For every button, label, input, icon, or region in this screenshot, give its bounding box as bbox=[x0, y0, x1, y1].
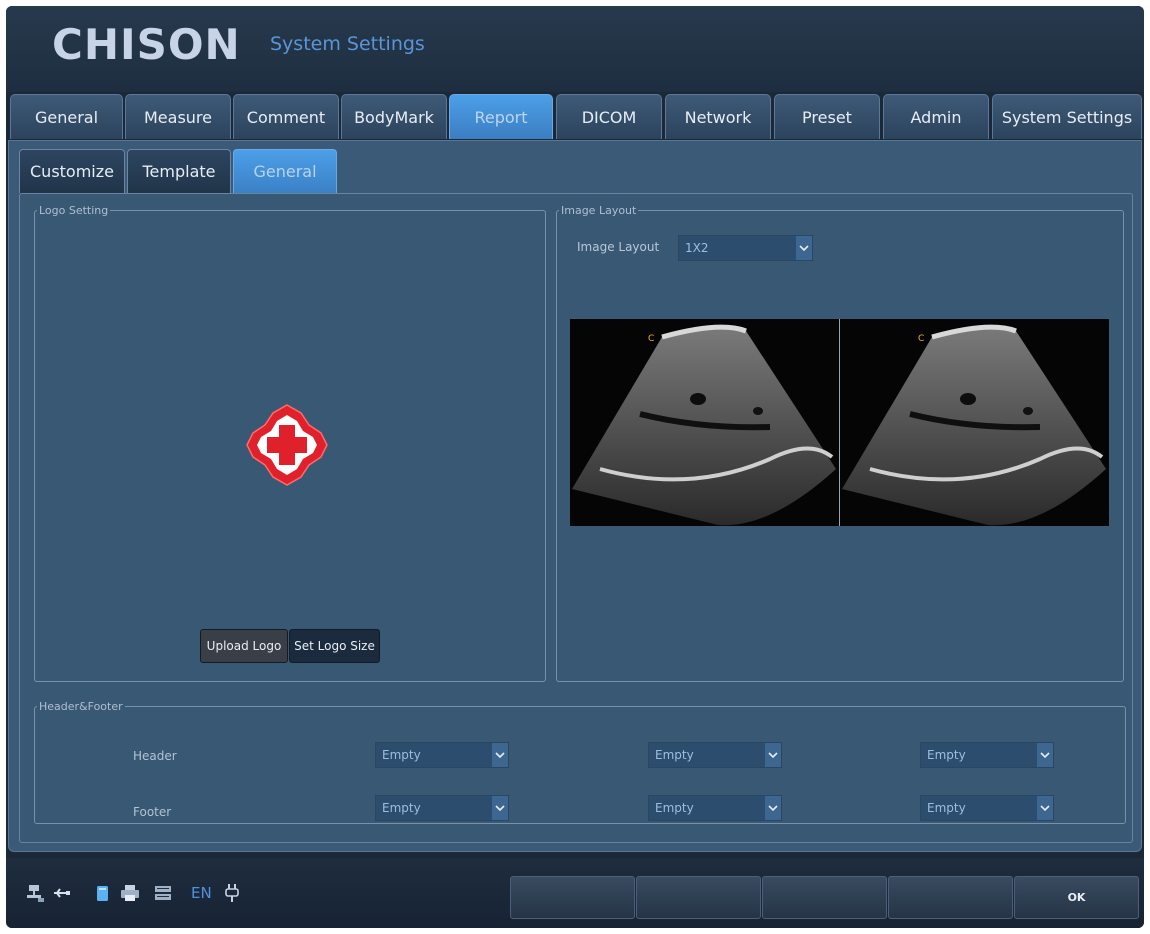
logo-preview bbox=[237, 395, 337, 495]
tab-admin[interactable]: Admin bbox=[883, 94, 989, 139]
ok-button[interactable]: OK bbox=[1014, 876, 1139, 919]
logo-setting-legend: Logo Setting bbox=[39, 204, 109, 217]
image-layout-legend: Image Layout bbox=[561, 204, 637, 217]
header-label: Header bbox=[133, 749, 177, 763]
header-select-2-value: Empty bbox=[655, 748, 694, 762]
tab-network[interactable]: Network bbox=[665, 94, 771, 139]
image-layout-preview: C C bbox=[570, 319, 1109, 526]
image-layout-group: Image Layout Image Layout 1X2 C C bbox=[556, 204, 1124, 682]
chevron-down-icon bbox=[1037, 796, 1053, 820]
printer-icon bbox=[120, 883, 140, 903]
header-select-1[interactable]: Empty bbox=[375, 742, 509, 768]
footer-select-2[interactable]: Empty bbox=[648, 795, 782, 821]
tab-dicom[interactable]: DICOM bbox=[556, 94, 662, 139]
tab-general[interactable]: General bbox=[10, 94, 123, 139]
chevron-down-icon bbox=[796, 236, 812, 260]
tab-system-settings[interactable]: System Settings bbox=[992, 94, 1142, 139]
header-footer-legend: Header&Footer bbox=[39, 700, 123, 713]
brand-logo: CHISON bbox=[52, 20, 241, 69]
footer-select-2-value: Empty bbox=[655, 801, 694, 815]
image-layout-select[interactable]: 1X2 bbox=[678, 235, 813, 261]
header-select-3[interactable]: Empty bbox=[920, 742, 1054, 768]
subtab-customize[interactable]: Customize bbox=[19, 149, 125, 193]
red-cross-logo-icon bbox=[246, 404, 328, 486]
language-indicator[interactable]: EN bbox=[191, 884, 212, 902]
footer-label: Footer bbox=[133, 805, 172, 819]
soft-key-2[interactable] bbox=[636, 876, 761, 919]
header-select-3-value: Empty bbox=[927, 748, 966, 762]
usb-icon bbox=[52, 883, 72, 903]
footer-select-1-value: Empty bbox=[382, 801, 421, 815]
pane-marker-c: C bbox=[918, 334, 924, 344]
upload-logo-button[interactable]: Upload Logo bbox=[200, 629, 288, 663]
tab-measure[interactable]: Measure bbox=[125, 94, 231, 139]
subtab-general[interactable]: General bbox=[233, 149, 337, 193]
subtab-template[interactable]: Template bbox=[127, 149, 231, 193]
tab-bodymark[interactable]: BodyMark bbox=[341, 94, 447, 139]
storage-icon bbox=[93, 883, 113, 903]
set-logo-size-button[interactable]: Set Logo Size bbox=[289, 629, 380, 663]
footer-select-1[interactable]: Empty bbox=[375, 795, 509, 821]
app-header: CHISON System Settings bbox=[6, 6, 1144, 92]
tab-preset[interactable]: Preset bbox=[774, 94, 880, 139]
ultrasound-image-right: C bbox=[840, 319, 1109, 526]
logo-setting-group: Logo Setting Upload Logo Set Logo Size bbox=[34, 204, 546, 682]
ultrasound-image-left: C bbox=[570, 319, 839, 526]
tab-report[interactable]: Report bbox=[449, 94, 553, 139]
tab-comment[interactable]: Comment bbox=[233, 94, 339, 139]
power-plug-icon bbox=[222, 883, 242, 903]
chevron-down-icon bbox=[492, 743, 508, 767]
pane-marker-c: C bbox=[648, 334, 654, 344]
soft-key-4[interactable] bbox=[888, 876, 1013, 919]
header-select-1-value: Empty bbox=[382, 748, 421, 762]
keyboard-icon bbox=[153, 883, 173, 903]
footer-select-3-value: Empty bbox=[927, 801, 966, 815]
soft-key-1[interactable] bbox=[510, 876, 635, 919]
status-bar: EN OK bbox=[6, 858, 1144, 928]
soft-key-3[interactable] bbox=[762, 876, 887, 919]
general-settings-content: Logo Setting Upload Logo Set Logo Size I… bbox=[19, 193, 1133, 843]
footer-select-3[interactable]: Empty bbox=[920, 795, 1054, 821]
network-icon bbox=[26, 883, 46, 903]
chevron-down-icon bbox=[765, 796, 781, 820]
image-layout-value: 1X2 bbox=[685, 241, 709, 255]
page-title: System Settings bbox=[270, 33, 425, 55]
image-layout-label: Image Layout bbox=[577, 240, 660, 254]
chevron-down-icon bbox=[765, 743, 781, 767]
header-select-2[interactable]: Empty bbox=[648, 742, 782, 768]
chevron-down-icon bbox=[492, 796, 508, 820]
report-settings-panel: Customize Template General Logo Setting … bbox=[8, 140, 1142, 852]
system-settings-window: CHISON System Settings General Measure C… bbox=[6, 6, 1144, 928]
chevron-down-icon bbox=[1037, 743, 1053, 767]
header-footer-group: Header&Footer Header Footer Empty Empty … bbox=[34, 700, 1126, 824]
